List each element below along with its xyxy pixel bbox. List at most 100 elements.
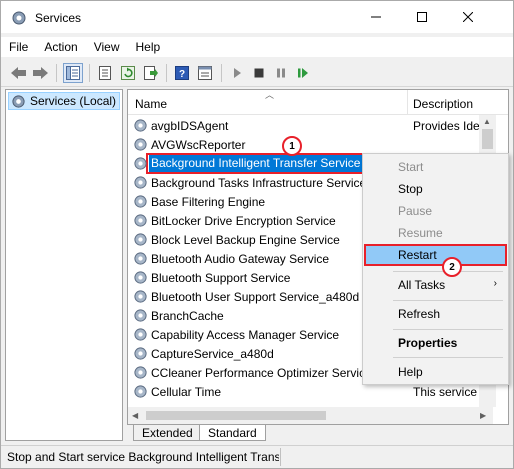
horizontal-scroll-thumb[interactable] — [146, 411, 326, 420]
step-badge-1: 1 — [282, 136, 302, 156]
menu-item-label: Pause — [398, 204, 433, 218]
service-gear-icon — [134, 214, 147, 227]
service-name: Capability Access Manager Service — [151, 328, 340, 342]
maximize-icon — [417, 12, 427, 22]
menu-item-label: Stop — [398, 182, 423, 196]
menu-view[interactable]: View — [86, 37, 128, 57]
close-button[interactable] — [445, 1, 491, 33]
tree-item-services-local[interactable]: Services (Local) — [8, 92, 121, 110]
resume-service-button[interactable] — [293, 63, 313, 83]
window-title: Services — [35, 11, 82, 25]
export-list-button[interactable] — [141, 63, 161, 83]
services-window: Services File Action View Help ? Service… — [0, 0, 514, 469]
column-header-description[interactable]: Description — [413, 97, 473, 111]
resume-icon — [298, 68, 308, 78]
column-divider[interactable] — [407, 90, 408, 114]
service-gear-icon — [134, 366, 147, 379]
scroll-right-icon[interactable]: ▶ — [480, 411, 486, 420]
column-header-row: ︿ Name Description — [128, 90, 508, 115]
horizontal-scrollbar[interactable]: ◀ ▶ — [128, 407, 493, 424]
start-service-button[interactable] — [227, 63, 247, 83]
back-button[interactable] — [9, 63, 29, 83]
tree-item-label: Services (Local) — [30, 94, 117, 108]
menu-item-restart[interactable]: Restart — [364, 244, 507, 266]
menu-separator — [393, 300, 503, 301]
service-description: This service — [413, 385, 478, 399]
help-button[interactable]: ? — [172, 63, 192, 83]
stop-service-button[interactable] — [249, 63, 269, 83]
service-row[interactable]: avgbIDSAgent Provides Ide — [128, 116, 480, 135]
menu-item-refresh[interactable]: Refresh — [364, 303, 507, 325]
service-name: Base Filtering Engine — [151, 195, 266, 209]
service-name: BitLocker Drive Encryption Service — [151, 214, 336, 228]
menu-item-properties[interactable]: Properties — [364, 332, 507, 354]
service-gear-icon — [134, 290, 147, 303]
show-tree-button[interactable] — [63, 63, 83, 83]
forward-button[interactable] — [31, 63, 51, 83]
scroll-up-icon[interactable]: ▲ — [483, 117, 491, 126]
menu-item-label: Help — [398, 365, 423, 379]
minimize-button[interactable] — [353, 1, 399, 33]
service-name: Cellular Time — [151, 385, 222, 399]
pause-service-button[interactable] — [271, 63, 291, 83]
menu-separator — [393, 329, 503, 330]
menu-item-label: Properties — [398, 336, 458, 350]
service-gear-icon — [134, 309, 147, 322]
service-gear-icon — [134, 157, 147, 170]
services-gear-icon — [12, 94, 25, 108]
status-separator — [280, 448, 281, 466]
scroll-left-icon[interactable]: ◀ — [132, 411, 138, 420]
menu-item-all-tasks[interactable]: All Tasks › — [364, 274, 507, 296]
help-icon: ? — [175, 66, 189, 80]
toolbar-separator — [166, 64, 167, 82]
service-gear-icon — [134, 119, 147, 132]
menu-help[interactable]: Help — [128, 37, 169, 57]
console-button[interactable] — [195, 63, 215, 83]
menu-item-help[interactable]: Help — [364, 361, 507, 383]
refresh-icon — [121, 66, 135, 80]
service-description: Provides Ide — [413, 119, 480, 133]
menu-action[interactable]: Action — [36, 37, 85, 57]
sort-ascending-icon: ︿ — [265, 90, 275, 100]
play-icon — [234, 68, 241, 78]
service-gear-icon — [134, 138, 147, 151]
close-icon — [463, 12, 473, 22]
toolbar: ? — [1, 59, 513, 87]
properties-sheet-button[interactable] — [95, 63, 115, 83]
minimize-icon — [371, 16, 381, 18]
title-bar: Services — [1, 1, 513, 33]
service-gear-icon — [134, 195, 147, 208]
service-row[interactable]: AVGWscReporter — [128, 135, 478, 154]
pause-icon — [277, 68, 285, 78]
menu-file[interactable]: File — [1, 37, 36, 57]
column-header-name[interactable]: Name — [135, 97, 167, 111]
menu-item-resume: Resume — [364, 222, 507, 244]
service-gear-icon — [134, 233, 147, 246]
maximize-button[interactable] — [399, 1, 445, 33]
menu-item-stop[interactable]: Stop — [364, 178, 507, 200]
menu-item-start: Start — [364, 156, 507, 178]
service-name: Bluetooth User Support Service_a480d — [151, 290, 360, 304]
refresh-button[interactable] — [118, 63, 138, 83]
step-badge-2: 2 — [442, 257, 462, 277]
back-arrow-icon — [11, 67, 26, 79]
view-tabs: Extended Standard — [129, 425, 509, 443]
toolbar-separator — [56, 64, 57, 82]
service-name: Bluetooth Audio Gateway Service — [151, 252, 330, 266]
context-menu: Start Stop Pause Resume Restart All Task… — [362, 153, 509, 385]
tab-extended[interactable]: Extended — [133, 425, 202, 441]
toolbar-separator — [89, 64, 90, 82]
tab-standard[interactable]: Standard — [199, 425, 266, 441]
vertical-scroll-thumb[interactable] — [482, 129, 493, 149]
service-gear-icon — [134, 176, 147, 189]
service-name: Background Tasks Infrastructure Service — [151, 176, 367, 190]
service-gear-icon — [134, 385, 147, 398]
service-gear-icon — [134, 271, 147, 284]
service-name: Block Level Backup Engine Service — [151, 233, 340, 247]
properties-sheet-icon — [99, 66, 111, 80]
service-gear-icon — [134, 328, 147, 341]
services-gear-icon — [12, 11, 26, 25]
svg-text:?: ? — [179, 69, 185, 80]
menu-item-pause: Pause — [364, 200, 507, 222]
menu-item-label: Resume — [398, 226, 443, 240]
